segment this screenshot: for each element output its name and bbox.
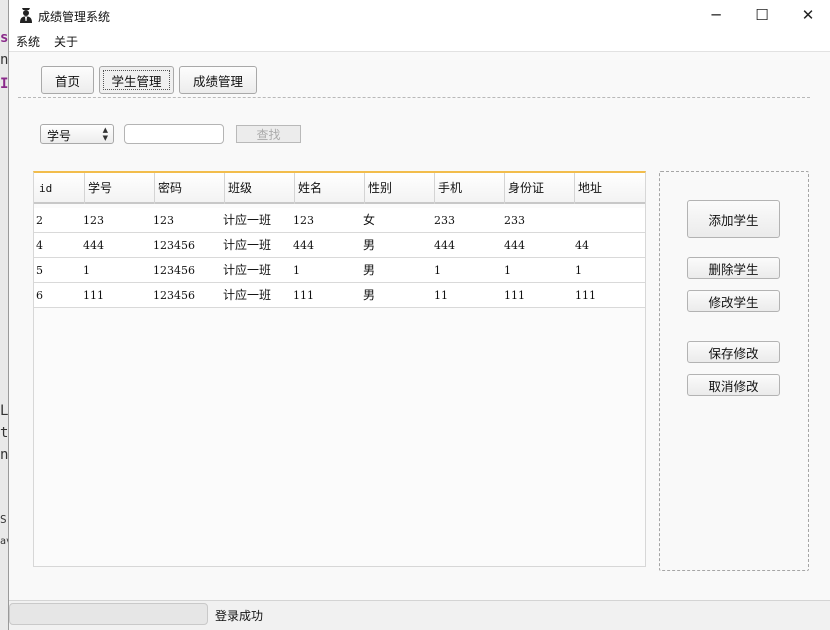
cell-class: 计应一班 — [223, 213, 272, 227]
student-table: id 学号 密码 班级 姓名 性别 手机 身份证 地址 2 123 123 计应… — [33, 171, 646, 567]
status-message: 登录成功 — [215, 609, 264, 623]
main-content: 首页 学生管理 成绩管理 学号 ▲ ▼ 查找 id 学号 密码 班级 姓名 性别 … — [9, 52, 830, 600]
tab-home[interactable]: 首页 — [41, 66, 94, 94]
cell-id: 4 — [36, 239, 43, 252]
search-input[interactable] — [124, 124, 224, 144]
focus-ring — [103, 70, 170, 90]
cell-class: 计应一班 — [223, 263, 272, 277]
chevron-up-down-icon: ▲ ▼ — [102, 126, 108, 142]
background-code-fragment: S — [0, 513, 7, 526]
minimize-button[interactable]: ─ — [693, 0, 739, 30]
column-header-id[interactable]: id — [34, 173, 84, 204]
cell-address: 44 — [575, 239, 589, 252]
column-header-student-no[interactable]: 学号 — [84, 173, 154, 204]
cell-name: 111 — [293, 289, 314, 302]
cell-id: 5 — [36, 264, 43, 277]
cell-password: 123456 — [153, 289, 195, 302]
table-row[interactable]: 6 111 123456 计应一班 111 男 11 111 111 — [34, 283, 645, 308]
search-button[interactable]: 查找 — [236, 125, 301, 143]
column-header-password[interactable]: 密码 — [154, 173, 224, 204]
cell-student-no: 1 — [83, 264, 90, 277]
cell-id: 2 — [36, 214, 43, 227]
cell-student-no: 111 — [83, 289, 104, 302]
cell-address: 111 — [575, 289, 596, 302]
add-student-button[interactable]: 添加学生 — [687, 200, 780, 238]
cell-gender: 男 — [363, 238, 376, 252]
column-header-name[interactable]: 姓名 — [294, 173, 364, 204]
window-title: 成绩管理系统 — [38, 10, 111, 24]
status-bar: 登录成功 — [9, 600, 830, 630]
tab-label: 成绩管理 — [192, 73, 243, 89]
cell-gender: 男 — [363, 263, 376, 277]
cell-password: 123 — [153, 214, 174, 227]
menu-bar: 系统 关于 — [9, 30, 830, 52]
cell-password: 123456 — [153, 239, 195, 252]
table-header: id 学号 密码 班级 姓名 性别 手机 身份证 地址 — [34, 173, 645, 204]
cell-gender: 男 — [363, 288, 376, 302]
cell-class: 计应一班 — [223, 238, 272, 252]
close-button[interactable]: ✕ — [785, 0, 830, 30]
user-icon — [20, 8, 32, 23]
tab-label: 首页 — [54, 73, 80, 89]
delete-student-button[interactable]: 删除学生 — [687, 257, 780, 279]
modify-student-button[interactable]: 修改学生 — [687, 290, 780, 312]
cell-student-no: 444 — [83, 239, 104, 252]
table-row[interactable]: 5 1 123456 计应一班 1 男 1 1 1 — [34, 258, 645, 283]
maximize-button[interactable]: ☐ — [739, 0, 785, 30]
cell-id-card: 1 — [504, 264, 511, 277]
tab-grade-management[interactable]: 成绩管理 — [179, 66, 257, 94]
cell-address: 1 — [575, 264, 582, 277]
tab-student-management[interactable]: 学生管理 — [99, 66, 174, 94]
cell-name: 1 — [293, 264, 300, 277]
column-header-id-card[interactable]: 身份证 — [504, 173, 574, 204]
menu-system[interactable]: 系统 — [16, 33, 40, 50]
column-header-address[interactable]: 地址 — [574, 173, 645, 204]
search-field-select[interactable]: 学号 ▲ ▼ — [40, 124, 114, 144]
cancel-changes-button[interactable]: 取消修改 — [687, 374, 780, 396]
cell-id: 6 — [36, 289, 43, 302]
title-bar[interactable]: 成绩管理系统 ─ ☐ ✕ — [9, 0, 830, 30]
cell-phone: 233 — [434, 214, 455, 227]
menu-about[interactable]: 关于 — [54, 33, 78, 50]
cell-id-card: 233 — [504, 214, 525, 227]
cell-class: 计应一班 — [223, 288, 272, 302]
cell-gender: 女 — [363, 213, 376, 227]
cell-student-no: 123 — [83, 214, 104, 227]
save-changes-button[interactable]: 保存修改 — [687, 341, 780, 363]
cell-name: 444 — [293, 239, 314, 252]
action-panel: 添加学生 删除学生 修改学生 保存修改 取消修改 — [659, 171, 809, 571]
column-header-phone[interactable]: 手机 — [434, 173, 504, 204]
tab-separator — [18, 97, 810, 98]
cell-id-card: 444 — [504, 239, 525, 252]
cell-name: 123 — [293, 214, 314, 227]
cell-password: 123456 — [153, 264, 195, 277]
cell-phone: 444 — [434, 239, 455, 252]
status-progress-field — [9, 603, 208, 625]
cell-phone: 11 — [434, 289, 448, 302]
app-window: 成绩管理系统 ─ ☐ ✕ 系统 关于 首页 学生管理 成绩管理 学号 ▲ ▼ 查找… — [8, 0, 830, 630]
table-row[interactable]: 2 123 123 计应一班 123 女 233 233 — [34, 208, 645, 233]
cell-phone: 1 — [434, 264, 441, 277]
column-header-class[interactable]: 班级 — [224, 173, 294, 204]
table-row[interactable]: 4 444 123456 计应一班 444 男 444 444 44 — [34, 233, 645, 258]
select-value: 学号 — [47, 129, 72, 143]
cell-id-card: 111 — [504, 289, 525, 302]
column-header-gender[interactable]: 性别 — [364, 173, 434, 204]
